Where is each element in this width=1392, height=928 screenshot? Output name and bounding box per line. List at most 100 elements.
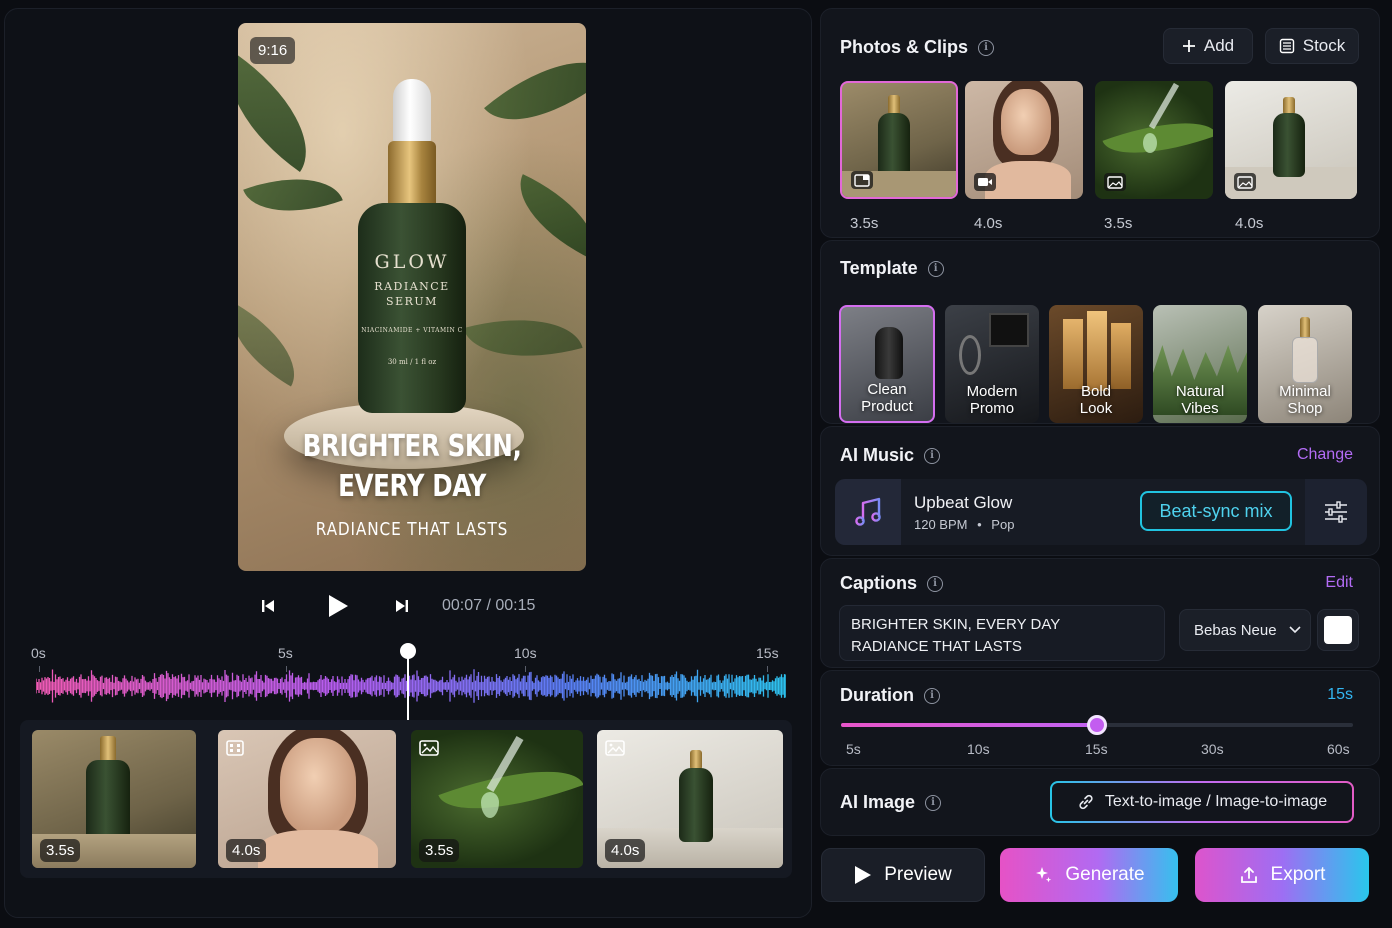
change-music-link[interactable]: Change	[1297, 446, 1353, 464]
info-icon[interactable]: i	[927, 575, 944, 592]
image-icon	[605, 740, 625, 756]
clip-track: 3.5s 4.0s 3.5s 4.0s	[20, 720, 792, 878]
image-icon	[851, 171, 873, 189]
music-title: AI Music i	[840, 445, 941, 466]
caption-color-swatch[interactable]	[1317, 609, 1359, 651]
template-bold-look[interactable]: Bold Look	[1049, 305, 1143, 423]
preview-button[interactable]: Preview	[821, 848, 985, 902]
ai-image-title: AI Image i	[840, 792, 942, 813]
font-select[interactable]: Bebas Neue	[1179, 609, 1311, 651]
timeline-clip[interactable]: 3.5s	[411, 730, 583, 868]
image-icon	[419, 740, 439, 756]
info-icon[interactable]: i	[925, 794, 942, 811]
play-icon[interactable]	[326, 592, 350, 620]
caption-subline: RADIANCE THAT LASTS	[315, 519, 509, 540]
generate-button[interactable]: Generate	[1000, 848, 1178, 902]
play-icon	[855, 866, 872, 884]
info-icon[interactable]: i	[924, 447, 941, 464]
leaf-decoration	[502, 174, 586, 260]
video-preview[interactable]: GLOW RADIANCE SERUM NIACINAMIDE + VITAMI…	[238, 23, 586, 571]
photo-thumbnail[interactable]	[840, 81, 958, 199]
playback-time: 00:07 / 00:15	[442, 597, 536, 614]
leaf-decoration	[484, 30, 586, 152]
leaf-decoration	[238, 303, 313, 387]
clip-duration: 4.0s	[605, 839, 646, 862]
duration-option[interactable]: 60s	[1327, 741, 1350, 757]
captions-title: Captions i	[840, 573, 944, 594]
clip-duration: 3.5s	[40, 839, 81, 862]
sliders-icon[interactable]	[1305, 479, 1367, 545]
info-icon[interactable]: i	[927, 260, 944, 277]
photo-duration: 3.5s	[850, 215, 879, 232]
export-button[interactable]: Export	[1195, 848, 1369, 902]
track-name: Upbeat Glow	[914, 493, 1013, 512]
stock-icon	[1279, 38, 1294, 54]
skip-forward-icon[interactable]	[390, 592, 414, 620]
template-title: Template i	[840, 258, 944, 279]
photo-thumbnail[interactable]	[1225, 81, 1357, 199]
ruler-label: 5s	[278, 645, 293, 661]
photo-duration: 4.0s	[974, 215, 1003, 232]
duration-slider[interactable]	[841, 715, 1353, 735]
photo-duration: 3.5s	[1104, 215, 1133, 232]
caption-line-2: EVERY DAY	[338, 469, 486, 504]
ruler-label: 0s	[31, 645, 46, 661]
color-preview	[1324, 616, 1352, 644]
bottle-label: GLOW RADIANCE SERUM NIACINAMIDE + VITAMI…	[361, 251, 463, 366]
info-icon[interactable]: i	[924, 687, 940, 704]
chevron-down-icon	[1288, 626, 1301, 634]
leaf-decoration	[238, 54, 335, 172]
aspect-ratio-badge: 9:16	[250, 37, 296, 64]
clip-duration: 3.5s	[419, 839, 460, 862]
template-natural-vibes[interactable]: Natural Vibes	[1153, 305, 1247, 423]
template-modern-promo[interactable]: Modern Promo	[945, 305, 1039, 423]
duration-option[interactable]: 5s	[846, 741, 861, 757]
timeline-clip[interactable]: 3.5s	[32, 730, 196, 868]
playhead-handle[interactable]	[400, 643, 416, 659]
upload-icon	[1240, 867, 1257, 883]
ai-image-card: AI Image i Text-to-image / Image-to-imag…	[820, 768, 1380, 836]
info-icon[interactable]: i	[978, 39, 995, 56]
ruler-label: 10s	[514, 645, 537, 661]
timeline-clip[interactable]: 4.0s	[218, 730, 396, 868]
playback-controls: 00:07 / 00:15	[256, 590, 535, 622]
photo-thumbnail[interactable]	[1095, 81, 1213, 199]
leaf-decoration	[463, 299, 583, 377]
photo-duration: 4.0s	[1235, 215, 1264, 232]
template-clean-product[interactable]: Clean Product	[839, 305, 935, 423]
duration-option[interactable]: 30s	[1201, 741, 1224, 757]
image-icon	[1234, 173, 1256, 191]
photos-title: Photos & Clips i	[840, 37, 995, 58]
edit-captions-link[interactable]: Edit	[1325, 574, 1353, 592]
playhead[interactable]	[407, 652, 409, 720]
video-clip-icon	[226, 740, 246, 756]
link-icon	[1079, 794, 1093, 810]
image-icon	[1104, 173, 1126, 191]
bottle-cap	[388, 141, 436, 209]
caption-text-field[interactable]: BRIGHTER SKIN, EVERY DAY RADIANCE THAT L…	[839, 605, 1165, 661]
duration-option[interactable]: 10s	[967, 741, 990, 757]
photo-thumbnail[interactable]	[965, 81, 1083, 199]
duration-value: 15s	[1327, 686, 1353, 703]
video-icon	[974, 173, 996, 191]
slider-fill	[841, 723, 1097, 727]
text-to-image-button[interactable]: Text-to-image / Image-to-image	[1050, 781, 1354, 823]
skip-back-icon[interactable]	[256, 592, 280, 620]
timeline-clip[interactable]: 4.0s	[597, 730, 783, 868]
slider-handle[interactable]	[1087, 715, 1107, 735]
music-track: Upbeat Glow 120 BPM • Pop Beat-sync mix	[835, 479, 1367, 545]
duration-title: Duration i	[840, 685, 940, 706]
template-card: Template i Clean Product Modern Promo Bold…	[820, 240, 1380, 424]
ruler-label: 15s	[756, 645, 779, 661]
stock-button[interactable]: Stock	[1265, 28, 1359, 64]
audio-waveform[interactable]	[36, 668, 786, 704]
sparkle-icon	[1036, 867, 1052, 883]
clip-duration: 4.0s	[226, 839, 267, 862]
caption-line-1: BRIGHTER SKIN,	[302, 429, 522, 464]
template-minimal-shop[interactable]: Minimal Shop	[1258, 305, 1352, 423]
add-button[interactable]: Add	[1163, 28, 1253, 64]
beat-sync-button[interactable]: Beat-sync mix	[1140, 491, 1292, 531]
track-meta: 120 BPM • Pop	[914, 517, 1015, 532]
leaf-decoration	[243, 158, 343, 232]
duration-option[interactable]: 15s	[1085, 741, 1108, 757]
